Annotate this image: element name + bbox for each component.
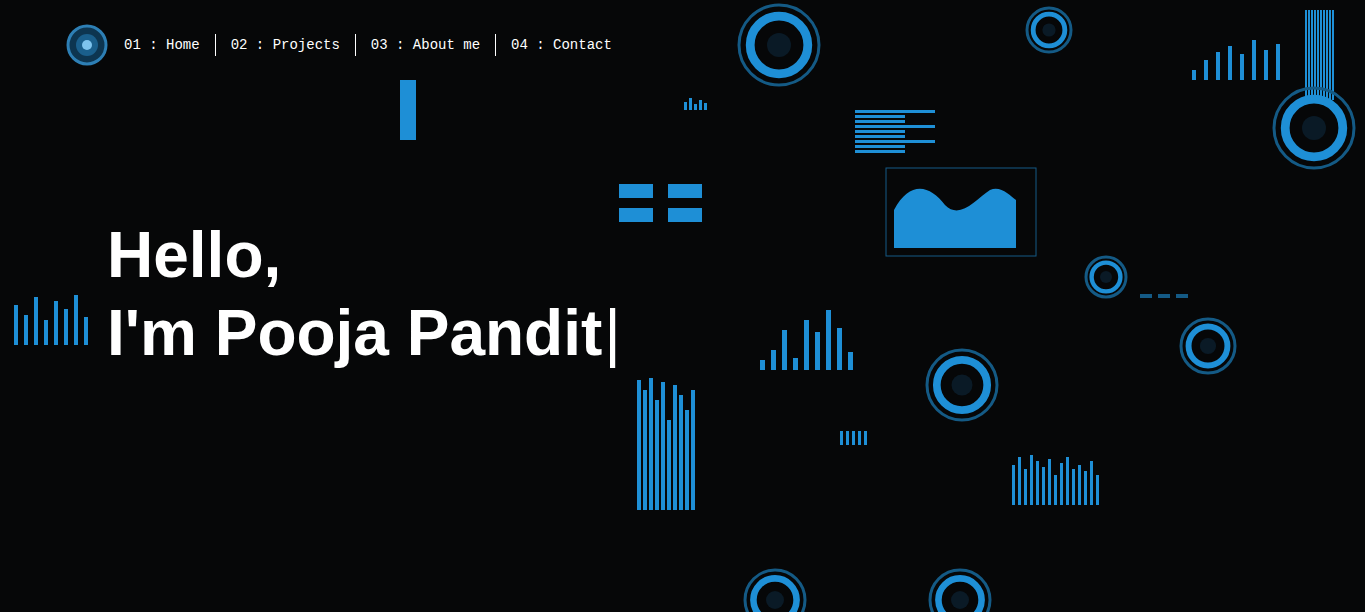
top-right-bars — [1192, 40, 1280, 80]
hero-heading-line: I'm Pooja Pandit| — [107, 294, 1365, 372]
hero-heading-line: Hello, — [107, 216, 1365, 294]
nav-link[interactable]: 02 : Projects — [215, 34, 355, 56]
nav-list: 01 : Home02 : Projects03 : About me04 : … — [120, 34, 627, 56]
top-dial — [739, 5, 819, 85]
dash-row — [1140, 294, 1188, 298]
nav-link[interactable]: 03 : About me — [355, 34, 495, 56]
right-edge-stack — [1305, 10, 1334, 100]
tiny-bars — [840, 431, 867, 445]
logo-icon[interactable] — [66, 24, 108, 66]
bottom-dial-2 — [930, 570, 990, 612]
small-dial — [1027, 8, 1071, 52]
area-chart — [886, 168, 1036, 256]
hero: Hello,I'm Pooja Pandit| — [0, 66, 1365, 372]
nav-link[interactable]: 01 : Home — [120, 34, 215, 56]
typing-cursor: | — [604, 297, 621, 369]
portfolio-page: 01 : Home02 : Projects03 : About me04 : … — [0, 0, 1365, 612]
top-stack-panel — [400, 80, 416, 140]
small-bars — [684, 98, 707, 110]
list-panel — [855, 110, 935, 153]
percent-dial — [1086, 257, 1126, 297]
bottom-dial — [745, 570, 805, 612]
right-dial — [1274, 88, 1354, 168]
left-bar-cluster — [14, 295, 88, 345]
top-nav: 01 : Home02 : Projects03 : About me04 : … — [0, 0, 1365, 66]
tall-bar-stack — [637, 378, 695, 510]
bottom-right-bars — [1012, 455, 1099, 505]
nav-link[interactable]: 04 : Contact — [495, 34, 627, 56]
center-bars — [760, 310, 853, 370]
lower-dial — [1181, 319, 1235, 373]
center-dial — [927, 350, 997, 420]
grid-blocks — [619, 184, 702, 222]
